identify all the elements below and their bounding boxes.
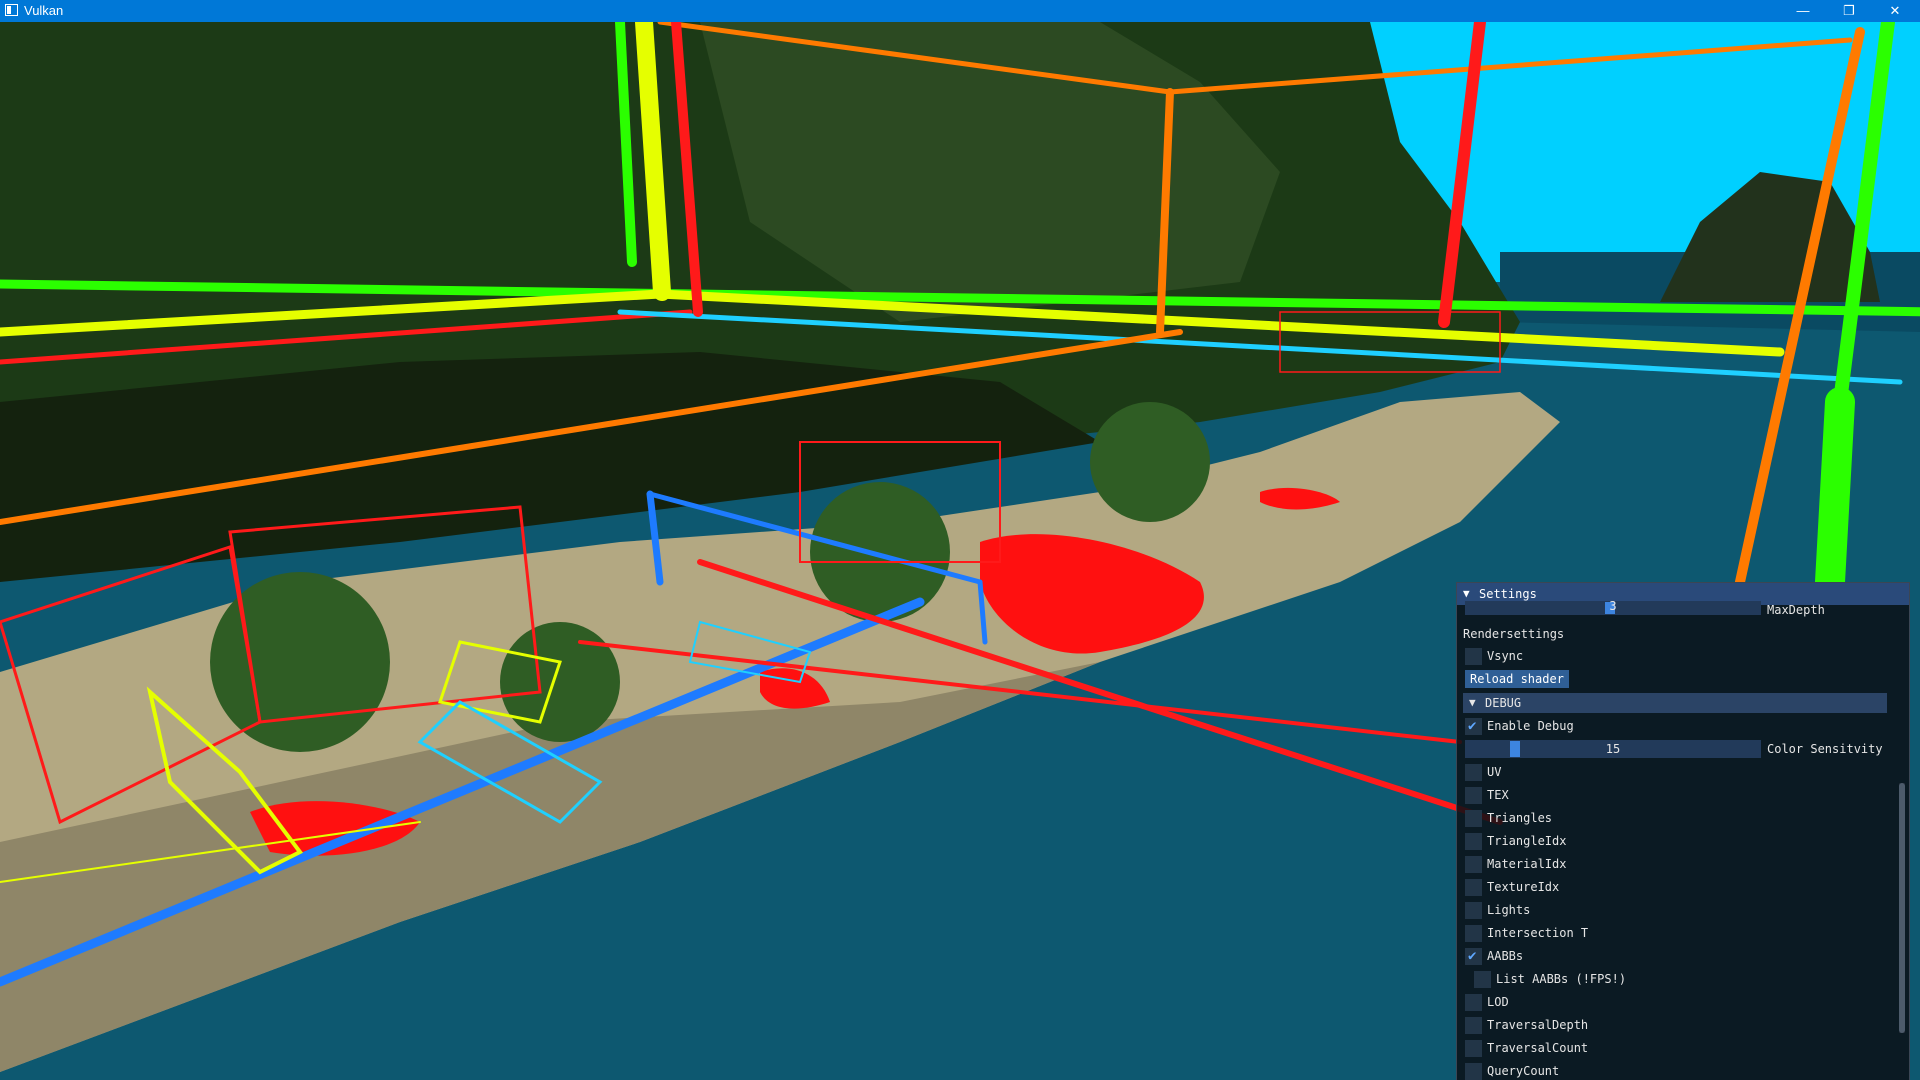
checkmark-icon: ✔ [1468, 718, 1477, 734]
debug-option-label: UV [1487, 765, 1502, 779]
query-count-checkbox[interactable] [1465, 1063, 1482, 1080]
triangles-checkbox[interactable] [1465, 810, 1482, 827]
maxdepth-row[interactable]: 3 MaxDepth [1457, 599, 1897, 621]
debug-option-label: TraversalDepth [1487, 1018, 1589, 1032]
debug-option-row[interactable]: TextureIdx [1457, 876, 1897, 898]
close-button[interactable]: ✕ [1872, 0, 1918, 22]
maxdepth-label: MaxDepth [1767, 603, 1825, 617]
vsync-label: Vsync [1487, 649, 1524, 663]
debug-section-header[interactable]: ▼ DEBUG [1463, 693, 1887, 713]
list-aabbs-row[interactable]: List AABBs (!FPS!) [1457, 968, 1897, 990]
debug-option-row[interactable]: UV [1457, 761, 1897, 783]
collapse-arrow-icon[interactable]: ▼ [1469, 696, 1476, 709]
enable-debug-label: Enable Debug [1487, 719, 1574, 733]
lights-checkbox[interactable] [1465, 902, 1482, 919]
debug-option-row[interactable]: QueryCount [1457, 1060, 1897, 1080]
debug-option-row[interactable]: Lights [1457, 899, 1897, 921]
settings-panel[interactable]: ▼ Settings 3 MaxDepth Rendersettings Vsy… [1456, 582, 1910, 1080]
debug-option-label: AABBs [1487, 949, 1524, 963]
debug-option-row[interactable]: TraversalCount [1457, 1037, 1897, 1059]
rendersettings-row: Rendersettings [1457, 623, 1897, 645]
debug-option-row[interactable]: TEX [1457, 784, 1897, 806]
debug-option-row[interactable]: TriangleIdx [1457, 830, 1897, 852]
list-aabbs-label: List AABBs (!FPS!) [1496, 972, 1627, 986]
maxdepth-value: 3 [1609, 599, 1617, 613]
vsync-row[interactable]: Vsync [1457, 645, 1897, 667]
debug-option-label: TEX [1487, 788, 1509, 802]
bush [500, 622, 620, 742]
maximize-button[interactable]: ❐ [1826, 0, 1872, 22]
debug-option-label: TextureIdx [1487, 880, 1560, 894]
debug-option-row[interactable]: TraversalDepth [1457, 1014, 1897, 1036]
triangleidx-checkbox[interactable] [1465, 833, 1482, 850]
debug-section-label: DEBUG [1485, 696, 1522, 710]
bush [1090, 402, 1210, 522]
debug-option-row[interactable]: MaterialIdx [1457, 853, 1897, 875]
reload-row[interactable]: Reload shader [1457, 668, 1897, 690]
window-title: Vulkan [24, 3, 64, 18]
debug-option-label: TraversalCount [1487, 1041, 1589, 1055]
aabbs-checkbox[interactable]: ✔ [1465, 948, 1482, 965]
color-sensitivity-value: 15 [1605, 742, 1621, 756]
checkmark-icon: ✔ [1468, 948, 1477, 964]
debug-option-label: MaterialIdx [1487, 857, 1567, 871]
vsync-checkbox[interactable] [1465, 648, 1482, 665]
color-sensitivity-slider[interactable]: 15 [1465, 740, 1761, 758]
traversal-depth-checkbox[interactable] [1465, 1017, 1482, 1034]
bush [810, 482, 950, 622]
app-window: Vulkan — ❐ ✕ ▼ Settings 3 MaxDepth Rende… [0, 0, 1920, 1080]
bush [210, 572, 390, 752]
debug-option-row[interactable]: Triangles [1457, 807, 1897, 829]
settings-scrollbar[interactable] [1899, 783, 1905, 1033]
enable-debug-checkbox[interactable]: ✔ [1465, 718, 1482, 735]
window-app-icon [5, 4, 18, 16]
debug-option-label: Intersection T [1487, 926, 1589, 940]
debug-option-label: QueryCount [1487, 1064, 1560, 1078]
lod-checkbox[interactable] [1465, 994, 1482, 1011]
aabb-edge [1815, 387, 1855, 597]
list-aabbs-checkbox[interactable] [1474, 971, 1491, 988]
materialidx-checkbox[interactable] [1465, 856, 1482, 873]
debug-option-label: Lights [1487, 903, 1531, 917]
debug-option-row[interactable]: ✔ AABBs [1457, 945, 1897, 967]
debug-option-label: TriangleIdx [1487, 834, 1567, 848]
title-bar[interactable]: Vulkan — ❐ ✕ [0, 0, 1920, 22]
debug-option-label: Triangles [1487, 811, 1553, 825]
maxdepth-slider[interactable]: 3 [1465, 599, 1761, 615]
reload-shader-button[interactable]: Reload shader [1465, 670, 1569, 688]
minimize-button[interactable]: — [1780, 0, 1826, 22]
textureidx-checkbox[interactable] [1465, 879, 1482, 896]
uv-checkbox[interactable] [1465, 764, 1482, 781]
render-viewport[interactable]: ▼ Settings 3 MaxDepth Rendersettings Vsy… [0, 22, 1920, 1080]
rendersettings-label: Rendersettings [1463, 627, 1565, 641]
intersection-t-checkbox[interactable] [1465, 925, 1482, 942]
tex-checkbox[interactable] [1465, 787, 1482, 804]
scrollbar-thumb[interactable] [1899, 783, 1905, 1033]
color-sensitivity-row[interactable]: 15 Color Sensitvity [1457, 738, 1897, 760]
debug-option-row[interactable]: LOD [1457, 991, 1897, 1013]
enable-debug-row[interactable]: ✔ Enable Debug [1457, 715, 1897, 737]
debug-option-row[interactable]: Intersection T [1457, 922, 1897, 944]
color-sensitivity-label: Color Sensitvity [1767, 742, 1883, 756]
debug-option-label: LOD [1487, 995, 1509, 1009]
traversal-count-checkbox[interactable] [1465, 1040, 1482, 1057]
